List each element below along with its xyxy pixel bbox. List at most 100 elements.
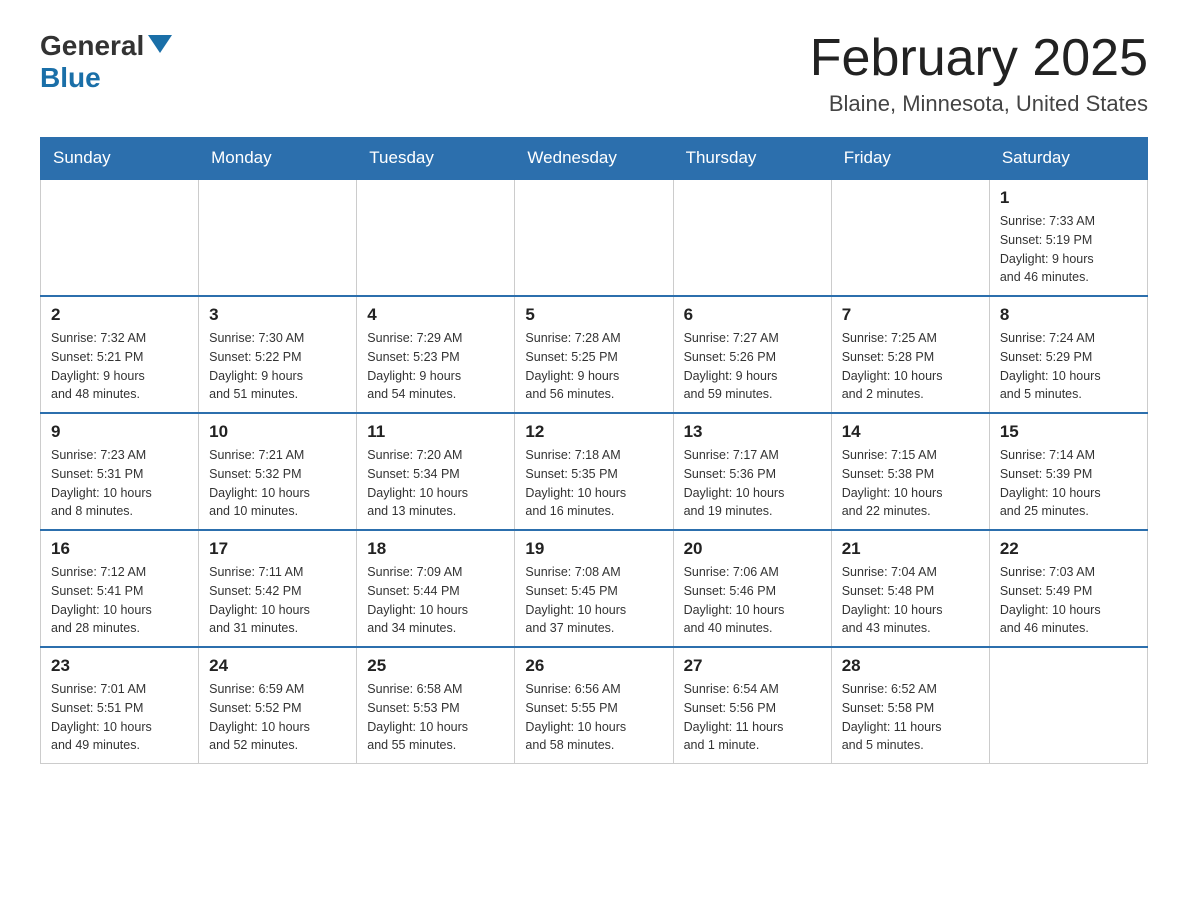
- calendar-table: SundayMondayTuesdayWednesdayThursdayFrid…: [40, 137, 1148, 764]
- calendar-cell: [515, 179, 673, 296]
- calendar-cell: 19Sunrise: 7:08 AMSunset: 5:45 PMDayligh…: [515, 530, 673, 647]
- day-info: Sunrise: 7:25 AMSunset: 5:28 PMDaylight:…: [842, 329, 979, 404]
- calendar-cell: [357, 179, 515, 296]
- calendar-cell: 7 Sunrise: 7:25 AMSunset: 5:28 PMDaylight…: [831, 296, 989, 413]
- day-info: Sunrise: 7:28 AMSunset: 5:25 PMDaylight:…: [525, 329, 662, 404]
- day-info: Sunrise: 7:14 AMSunset: 5:39 PMDaylight:…: [1000, 446, 1137, 521]
- day-info: Sunrise: 7:06 AMSunset: 5:46 PMDaylight:…: [684, 563, 821, 638]
- calendar-cell: 21 Sunrise: 7:04 AMSunset: 5:48 PMDayligh…: [831, 530, 989, 647]
- calendar-cell: 17 Sunrise: 7:11 AMSunset: 5:42 PMDayligh…: [199, 530, 357, 647]
- day-info: Sunrise: 7:23 AMSunset: 5:31 PMDaylight:…: [51, 446, 188, 521]
- calendar-cell: 2Sunrise: 7:32 AMSunset: 5:21 PMDaylight…: [41, 296, 199, 413]
- logo: General Blue: [40, 30, 172, 94]
- calendar-cell: 6 Sunrise: 7:27 AMSunset: 5:26 PMDaylight…: [673, 296, 831, 413]
- weekday-header-thursday: Thursday: [673, 138, 831, 180]
- calendar-header-row: SundayMondayTuesdayWednesdayThursdayFrid…: [41, 138, 1148, 180]
- day-number: 13: [684, 422, 821, 442]
- weekday-header-monday: Monday: [199, 138, 357, 180]
- calendar-cell: 9 Sunrise: 7:23 AMSunset: 5:31 PMDaylight…: [41, 413, 199, 530]
- day-info: Sunrise: 7:29 AMSunset: 5:23 PMDaylight:…: [367, 329, 504, 404]
- calendar-cell: 20 Sunrise: 7:06 AMSunset: 5:46 PMDayligh…: [673, 530, 831, 647]
- day-info: Sunrise: 7:04 AMSunset: 5:48 PMDaylight:…: [842, 563, 979, 638]
- day-info: Sunrise: 7:12 AMSunset: 5:41 PMDaylight:…: [51, 563, 188, 638]
- calendar-cell: [41, 179, 199, 296]
- calendar-cell: 11 Sunrise: 7:20 AMSunset: 5:34 PMDayligh…: [357, 413, 515, 530]
- calendar-cell: [199, 179, 357, 296]
- calendar-cell: 16 Sunrise: 7:12 AMSunset: 5:41 PMDayligh…: [41, 530, 199, 647]
- calendar-cell: [831, 179, 989, 296]
- day-number: 28: [842, 656, 979, 676]
- calendar-week-row: 16 Sunrise: 7:12 AMSunset: 5:41 PMDayligh…: [41, 530, 1148, 647]
- calendar-cell: 24Sunrise: 6:59 AMSunset: 5:52 PMDayligh…: [199, 647, 357, 764]
- calendar-week-row: 1 Sunrise: 7:33 AMSunset: 5:19 PMDaylight…: [41, 179, 1148, 296]
- day-info: Sunrise: 6:52 AMSunset: 5:58 PMDaylight:…: [842, 680, 979, 755]
- day-number: 6: [684, 305, 821, 325]
- day-info: Sunrise: 7:18 AMSunset: 5:35 PMDaylight:…: [525, 446, 662, 521]
- day-number: 12: [525, 422, 662, 442]
- calendar-week-row: 23Sunrise: 7:01 AMSunset: 5:51 PMDayligh…: [41, 647, 1148, 764]
- day-info: Sunrise: 7:21 AMSunset: 5:32 PMDaylight:…: [209, 446, 346, 521]
- calendar-cell: 5 Sunrise: 7:28 AMSunset: 5:25 PMDaylight…: [515, 296, 673, 413]
- calendar-cell: 18 Sunrise: 7:09 AMSunset: 5:44 PMDayligh…: [357, 530, 515, 647]
- day-info: Sunrise: 6:58 AMSunset: 5:53 PMDaylight:…: [367, 680, 504, 755]
- calendar-cell: 26 Sunrise: 6:56 AMSunset: 5:55 PMDayligh…: [515, 647, 673, 764]
- day-number: 9: [51, 422, 188, 442]
- day-number: 17: [209, 539, 346, 559]
- logo-blue-text: Blue: [40, 62, 101, 94]
- day-number: 3: [209, 305, 346, 325]
- weekday-header-wednesday: Wednesday: [515, 138, 673, 180]
- calendar-cell: 22Sunrise: 7:03 AMSunset: 5:49 PMDayligh…: [989, 530, 1147, 647]
- day-info: Sunrise: 7:24 AMSunset: 5:29 PMDaylight:…: [1000, 329, 1137, 404]
- weekday-header-tuesday: Tuesday: [357, 138, 515, 180]
- day-number: 19: [525, 539, 662, 559]
- calendar-title: February 2025: [810, 30, 1148, 87]
- day-number: 14: [842, 422, 979, 442]
- day-number: 7: [842, 305, 979, 325]
- page-header: General Blue February 2025 Blaine, Minne…: [40, 30, 1148, 117]
- day-number: 16: [51, 539, 188, 559]
- calendar-cell: 10Sunrise: 7:21 AMSunset: 5:32 PMDayligh…: [199, 413, 357, 530]
- calendar-cell: [989, 647, 1147, 764]
- weekday-header-saturday: Saturday: [989, 138, 1147, 180]
- calendar-cell: 1 Sunrise: 7:33 AMSunset: 5:19 PMDaylight…: [989, 179, 1147, 296]
- day-number: 21: [842, 539, 979, 559]
- logo-triangle-icon: [148, 35, 172, 53]
- day-info: Sunrise: 7:17 AMSunset: 5:36 PMDaylight:…: [684, 446, 821, 521]
- calendar-cell: 8 Sunrise: 7:24 AMSunset: 5:29 PMDaylight…: [989, 296, 1147, 413]
- day-number: 8: [1000, 305, 1137, 325]
- day-info: Sunrise: 6:54 AMSunset: 5:56 PMDaylight:…: [684, 680, 821, 755]
- day-number: 18: [367, 539, 504, 559]
- calendar-cell: 13 Sunrise: 7:17 AMSunset: 5:36 PMDayligh…: [673, 413, 831, 530]
- calendar-cell: 12 Sunrise: 7:18 AMSunset: 5:35 PMDayligh…: [515, 413, 673, 530]
- day-info: Sunrise: 7:11 AMSunset: 5:42 PMDaylight:…: [209, 563, 346, 638]
- day-info: Sunrise: 7:09 AMSunset: 5:44 PMDaylight:…: [367, 563, 504, 638]
- day-info: Sunrise: 7:27 AMSunset: 5:26 PMDaylight:…: [684, 329, 821, 404]
- day-number: 26: [525, 656, 662, 676]
- calendar-cell: [673, 179, 831, 296]
- day-number: 1: [1000, 188, 1137, 208]
- day-number: 2: [51, 305, 188, 325]
- day-number: 20: [684, 539, 821, 559]
- day-info: Sunrise: 7:20 AMSunset: 5:34 PMDaylight:…: [367, 446, 504, 521]
- calendar-subtitle: Blaine, Minnesota, United States: [810, 91, 1148, 117]
- day-number: 5: [525, 305, 662, 325]
- calendar-cell: 23Sunrise: 7:01 AMSunset: 5:51 PMDayligh…: [41, 647, 199, 764]
- weekday-header-sunday: Sunday: [41, 138, 199, 180]
- calendar-cell: 25Sunrise: 6:58 AMSunset: 5:53 PMDayligh…: [357, 647, 515, 764]
- calendar-cell: 15 Sunrise: 7:14 AMSunset: 5:39 PMDayligh…: [989, 413, 1147, 530]
- day-info: Sunrise: 7:15 AMSunset: 5:38 PMDaylight:…: [842, 446, 979, 521]
- day-number: 15: [1000, 422, 1137, 442]
- day-info: Sunrise: 7:03 AMSunset: 5:49 PMDaylight:…: [1000, 563, 1137, 638]
- day-number: 24: [209, 656, 346, 676]
- calendar-cell: 27Sunrise: 6:54 AMSunset: 5:56 PMDayligh…: [673, 647, 831, 764]
- calendar-cell: 4Sunrise: 7:29 AMSunset: 5:23 PMDaylight…: [357, 296, 515, 413]
- day-info: Sunrise: 7:33 AMSunset: 5:19 PMDaylight:…: [1000, 212, 1137, 287]
- calendar-cell: 28 Sunrise: 6:52 AMSunset: 5:58 PMDayligh…: [831, 647, 989, 764]
- calendar-cell: 14 Sunrise: 7:15 AMSunset: 5:38 PMDayligh…: [831, 413, 989, 530]
- weekday-header-friday: Friday: [831, 138, 989, 180]
- calendar-week-row: 2Sunrise: 7:32 AMSunset: 5:21 PMDaylight…: [41, 296, 1148, 413]
- calendar-week-row: 9 Sunrise: 7:23 AMSunset: 5:31 PMDaylight…: [41, 413, 1148, 530]
- logo-general-text: General: [40, 30, 144, 62]
- day-number: 11: [367, 422, 504, 442]
- day-info: Sunrise: 6:56 AMSunset: 5:55 PMDaylight:…: [525, 680, 662, 755]
